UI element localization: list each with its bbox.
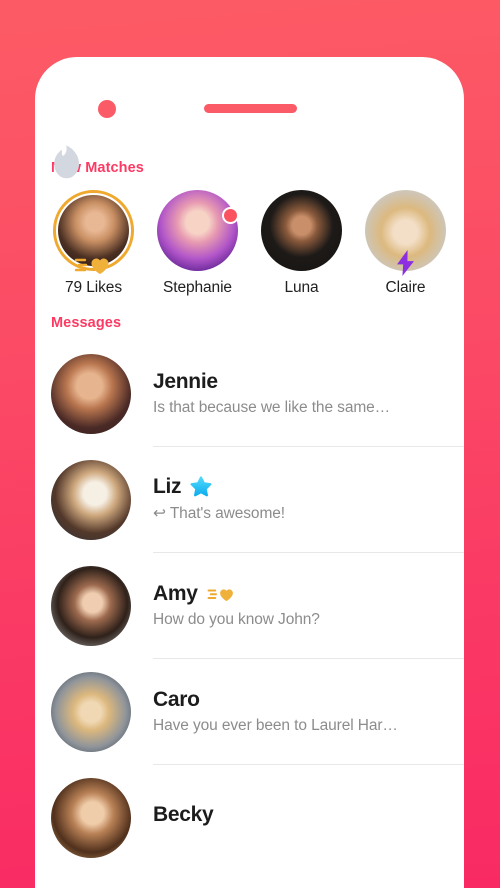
match-avatar-wrapper[interactable] xyxy=(365,190,446,276)
message-preview: Have you ever been to Laurel Har… xyxy=(153,716,398,734)
match-item-likes[interactable]: 79 Likes xyxy=(53,190,134,297)
message-name-line: Amy xyxy=(153,582,464,606)
match-item-luna[interactable]: Luna xyxy=(261,190,342,297)
message-text: Liz ↩ That's awesome! xyxy=(153,475,464,525)
message-text: Jennie Is that because we like the same… xyxy=(153,370,464,419)
message-name-line: Liz xyxy=(153,475,464,499)
message-preview: Is that because we like the same… xyxy=(153,398,391,416)
new-matches-row[interactable]: 79 Likes Stephanie Luna Claire xyxy=(35,176,464,297)
message-name-line: Becky xyxy=(153,803,464,827)
message-preview: How do you know John? xyxy=(153,610,320,628)
avatar xyxy=(51,672,131,752)
avatar xyxy=(157,190,238,271)
new-matches-heading: New Matches xyxy=(51,160,144,176)
status-bar-pill-indicator xyxy=(204,104,297,113)
message-name-line: Jennie xyxy=(153,370,464,394)
message-text: Becky xyxy=(153,803,464,834)
message-preview: ↩ That's awesome! xyxy=(153,505,285,522)
match-label: 79 Likes xyxy=(65,279,122,296)
avatar xyxy=(51,354,131,434)
message-row-liz[interactable]: Liz ↩ That's awesome! xyxy=(35,447,464,553)
flame-icon xyxy=(51,145,81,179)
message-row-becky[interactable]: Becky xyxy=(35,765,464,871)
match-label: Claire xyxy=(385,279,426,296)
match-avatar-wrapper[interactable] xyxy=(157,190,239,271)
contact-name: Liz xyxy=(153,475,182,498)
likes-heart-icon xyxy=(74,253,114,275)
avatar xyxy=(51,778,131,858)
avatar xyxy=(261,190,342,271)
phone-frame: New Matches 79 Likes Stephanie Luna Clai… xyxy=(35,57,464,888)
match-item-claire[interactable]: Claire xyxy=(365,190,446,297)
match-avatar-wrapper[interactable] xyxy=(261,190,342,271)
match-avatar-wrapper[interactable] xyxy=(53,190,134,274)
contact-name: Becky xyxy=(153,802,214,826)
message-name-line: Caro xyxy=(153,688,464,712)
match-item-stephanie[interactable]: Stephanie xyxy=(157,190,239,297)
message-row-amy[interactable]: Amy How do you know John? xyxy=(35,553,464,659)
avatar xyxy=(51,566,131,646)
messages-list[interactable]: Jennie Is that because we like the same…… xyxy=(35,341,464,871)
likes-heart-icon xyxy=(207,585,237,602)
avatar xyxy=(51,460,131,540)
contact-name: Jennie xyxy=(153,369,218,393)
contact-name: Amy xyxy=(153,581,198,605)
match-label: Stephanie xyxy=(163,279,232,296)
messages-heading: Messages xyxy=(51,315,122,331)
unread-dot-icon xyxy=(222,207,239,224)
message-row-caro[interactable]: Caro Have you ever been to Laurel Har… xyxy=(35,659,464,765)
message-text: Caro Have you ever been to Laurel Har… xyxy=(153,688,464,737)
message-row-jennie[interactable]: Jennie Is that because we like the same… xyxy=(35,341,464,447)
status-dot-indicator xyxy=(98,100,116,118)
message-text: Amy How do you know John? xyxy=(153,582,464,631)
contact-name: Caro xyxy=(153,687,200,711)
status-bar xyxy=(35,57,464,179)
match-label: Luna xyxy=(284,279,319,296)
superlike-star-icon xyxy=(190,476,212,498)
boost-bolt-icon xyxy=(395,250,417,276)
